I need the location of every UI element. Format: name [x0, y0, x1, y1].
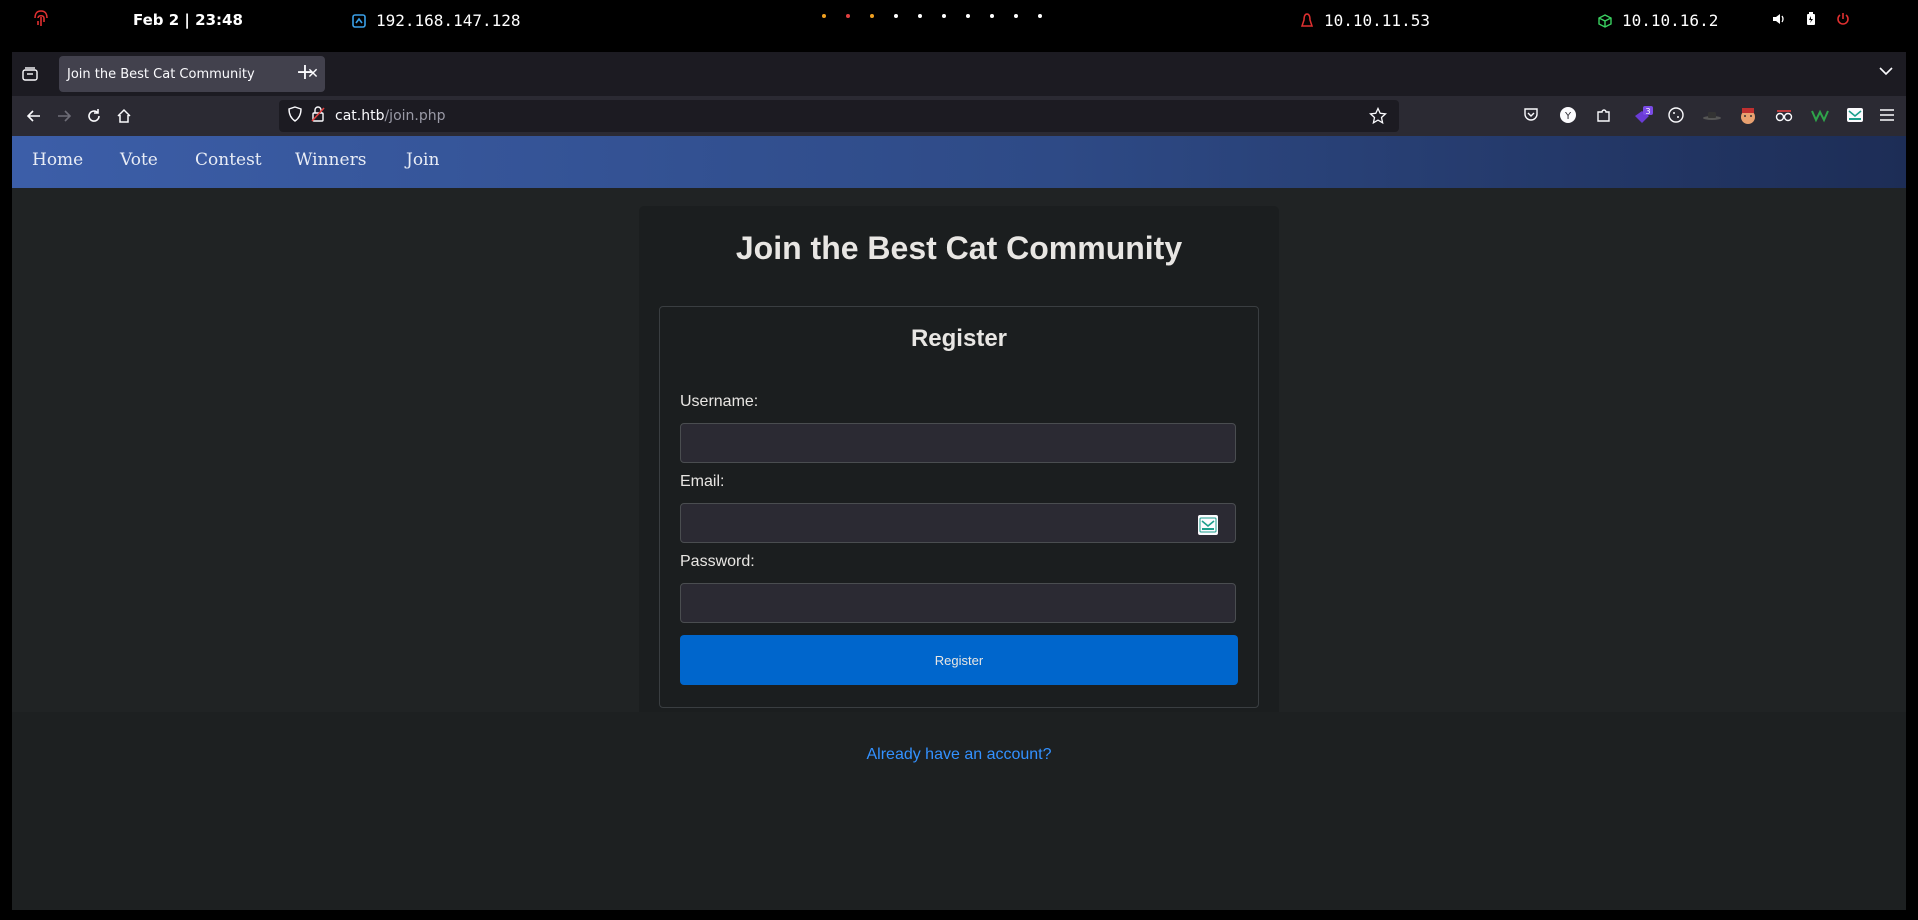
nav-contest-link[interactable]: Contest	[195, 150, 262, 170]
nav-vote-link[interactable]: Vote	[120, 150, 158, 170]
volume-icon[interactable]	[1772, 12, 1786, 26]
nav-winners-link[interactable]: Winners	[295, 150, 366, 170]
browser-toolbar: cat.htb/join.php Y 3	[12, 96, 1906, 136]
pocket-icon[interactable]	[1522, 106, 1542, 126]
workspace-dot[interactable]	[966, 14, 970, 18]
workspace-dot[interactable]	[822, 14, 826, 18]
workspace-dots[interactable]	[822, 14, 1062, 18]
insecure-lock-icon[interactable]	[311, 106, 325, 126]
workspace-dot[interactable]	[894, 14, 898, 18]
url-bar[interactable]: cat.htb/join.php	[279, 100, 1399, 132]
workspace-dot[interactable]	[918, 14, 922, 18]
target-icon	[1300, 12, 1314, 27]
back-arrow-icon[interactable]	[22, 104, 46, 128]
register-button[interactable]: Register	[680, 635, 1238, 685]
yandex-icon[interactable]: Y	[1559, 106, 1579, 126]
menu-hamburger-icon[interactable]	[1878, 106, 1898, 126]
forward-arrow-icon[interactable]	[52, 104, 76, 128]
spy-glasses-icon[interactable]	[1774, 106, 1794, 126]
mail-extension-icon[interactable]	[1846, 106, 1866, 126]
site-navigation: Home Vote Contest Winners Join	[12, 136, 1906, 188]
host-ip-text: 192.168.147.128	[376, 11, 521, 30]
new-tab-icon[interactable]: +	[292, 60, 318, 86]
power-icon[interactable]	[1836, 12, 1850, 26]
workspace-dot[interactable]	[846, 14, 850, 18]
email-relay-icon[interactable]	[1198, 515, 1218, 535]
tab-strip: Join the Best Cat Community ✕ +	[12, 52, 1906, 96]
email-field[interactable]	[680, 503, 1236, 543]
page-viewport: Home Vote Contest Winners Join Join the …	[12, 136, 1906, 910]
extensions-puzzle-icon[interactable]	[1595, 106, 1615, 126]
battery-icon[interactable]	[1806, 12, 1816, 26]
join-card: Join the Best Cat Community Register Use…	[639, 206, 1279, 763]
clock: Feb 2 | 23:48	[133, 11, 243, 29]
wappalyzer-icon[interactable]	[1810, 106, 1830, 126]
home-icon[interactable]	[112, 104, 136, 128]
cookie-icon[interactable]	[1667, 106, 1687, 126]
nav-home-link[interactable]: Home	[32, 150, 83, 170]
url-domain: cat.htb	[335, 108, 385, 124]
shield-icon[interactable]	[287, 106, 303, 126]
hat-icon[interactable]	[1702, 106, 1722, 126]
url-text[interactable]: cat.htb/join.php	[335, 108, 446, 124]
password-field[interactable]	[680, 583, 1236, 623]
bookmark-star-icon[interactable]	[1368, 106, 1388, 129]
email-label: Email:	[680, 473, 725, 490]
tab-overview-icon[interactable]	[20, 64, 40, 84]
username-field[interactable]	[680, 423, 1236, 463]
network-icon	[352, 13, 366, 28]
browser-window: Join the Best Cat Community ✕ + cat.htb/…	[12, 52, 1906, 910]
already-have-account-link[interactable]: Already have an account?	[639, 746, 1279, 764]
system-top-bar: Feb 2 | 23:48 192.168.147.128 10.10.11.5…	[0, 0, 1918, 42]
extension-badge-icon[interactable]: 3	[1632, 106, 1653, 126]
page-title: Join the Best Cat Community	[735, 230, 1183, 266]
reload-icon[interactable]	[82, 104, 106, 128]
tab-title: Join the Best Cat Community	[67, 66, 255, 82]
vpn-ip-indicator: 10.10.16.2	[1598, 11, 1718, 30]
workspace-dot[interactable]	[1038, 14, 1042, 18]
face-extension-icon[interactable]	[1738, 106, 1758, 126]
register-form: Register Username: Email: Password: Regi…	[659, 306, 1259, 708]
url-path: /join.php	[384, 108, 446, 124]
svg-text:Y: Y	[1564, 111, 1572, 122]
tab-join-page[interactable]: Join the Best Cat Community ✕	[59, 56, 325, 92]
workspace-dot[interactable]	[990, 14, 994, 18]
workspace-dot[interactable]	[870, 14, 874, 18]
vpn-ip-text: 10.10.16.2	[1622, 11, 1719, 30]
password-label: Password:	[680, 553, 755, 570]
fingerprint-icon[interactable]	[33, 9, 49, 29]
list-all-tabs-icon[interactable]	[1878, 64, 1894, 80]
tray	[1772, 12, 1850, 26]
target-ip-indicator: 10.10.11.53	[1300, 11, 1430, 30]
host-ip-indicator: 192.168.147.128	[352, 11, 521, 30]
page-bottom-area	[12, 712, 1906, 910]
workspace-dot[interactable]	[1014, 14, 1018, 18]
form-title: Register	[910, 325, 1008, 352]
extension-badge-count: 3	[1645, 107, 1650, 116]
target-ip-text: 10.10.11.53	[1324, 11, 1430, 30]
workspace-dot[interactable]	[942, 14, 946, 18]
username-label: Username:	[680, 393, 759, 410]
nav-join-link[interactable]: Join	[406, 150, 439, 170]
vpn-icon	[1598, 13, 1612, 28]
